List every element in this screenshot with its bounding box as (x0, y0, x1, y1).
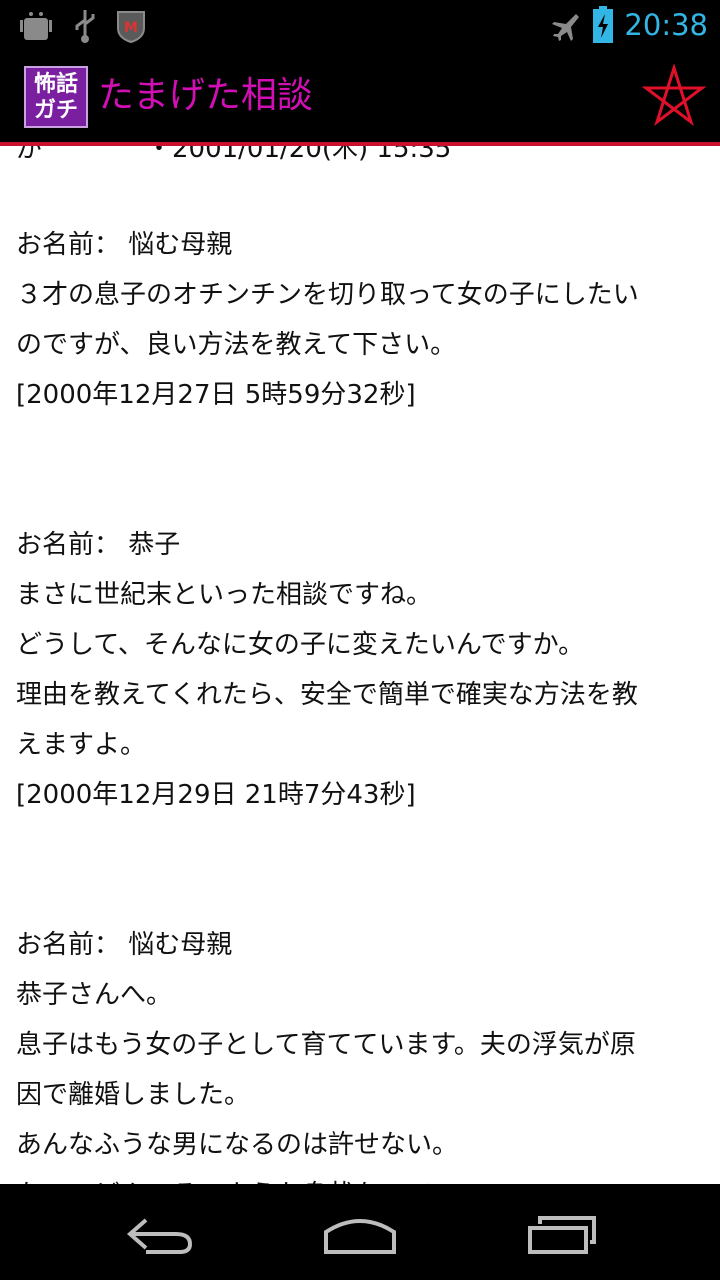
post-body-line: ３才の息子のオチンチンを切り取って女の子にしたい (16, 280, 639, 310)
android-debug-icon (18, 8, 54, 48)
post-body-line: のですが、良い方法を教えて下さい。 (16, 330, 457, 360)
post-timestamp: [2000年12月29日 21時7分43秒] (16, 780, 416, 810)
post-body-line: あんなふうな男になるのは許せない。 (16, 1130, 459, 1160)
post-1: お名前： 悩む母親 ３才の息子のオチンチンを切り取って女の子にしたい のですが、… (16, 220, 706, 420)
logo-text-bottom: ガチ (33, 97, 78, 123)
post-body-line: 理由を教えてくれたら、安全で簡単で確実な方法を教 (16, 680, 638, 710)
post-body-line: どうして、そんなに女の子に変えたいんですか。 (16, 630, 585, 660)
logo-text-top: 怖話 (33, 71, 78, 97)
back-icon[interactable] (124, 1212, 196, 1260)
post-body-line: えますよ。 (16, 730, 147, 760)
app-logo[interactable]: 怖話 ガチ (24, 66, 88, 128)
action-bar: 怖話 ガチ たまげた相談 (0, 50, 720, 146)
post-name: お名前： 悩む母親 (16, 930, 233, 960)
post-2: お名前： 恭子 まさに世紀末といった相談ですね。 どうして、そんなに女の子に変え… (16, 520, 706, 820)
recent-apps-icon[interactable] (526, 1212, 598, 1260)
status-time: 20:38 (624, 8, 708, 42)
navigation-bar (0, 1184, 720, 1280)
post-body-line: 因で離婚しました。 (16, 1080, 251, 1110)
airplane-mode-icon (548, 10, 580, 46)
post-body-line: まさに世紀末といった相談ですね。 (16, 580, 433, 610)
cut-off-line: が ・2001/01/20(木) 15:35 (16, 146, 452, 164)
post-body-line: なっ どんのそのようた身状なので (16, 1170, 706, 1184)
post-name: お名前： 恭子 (16, 530, 181, 560)
post-body-line: 息子はもう女の子として育てています。夫の浮気が原 (16, 1030, 636, 1060)
post-body-line: 恭子さんへ。 (16, 980, 173, 1010)
usb-icon (70, 8, 100, 48)
status-bar: M 20:38 (0, 0, 720, 50)
post-3: お名前： 悩む母親 恭子さんへ。 息子はもう女の子として育てています。夫の浮気が… (16, 920, 706, 1184)
pentagram-star-button[interactable] (641, 63, 707, 128)
article-content[interactable]: が ・2001/01/20(木) 15:35 お名前： 悩む母親 ３才の息子のオ… (0, 146, 720, 1184)
home-icon[interactable] (322, 1212, 398, 1260)
mcafee-icon: M (114, 8, 148, 48)
svg-text:M: M (124, 20, 138, 36)
app-title: たまげた相談 (98, 75, 313, 116)
post-name: お名前： 悩む母親 (16, 230, 233, 260)
pentagram-icon (641, 63, 707, 127)
battery-charging-icon (592, 6, 614, 48)
post-timestamp: [2000年12月27日 5時59分32秒] (16, 380, 416, 410)
